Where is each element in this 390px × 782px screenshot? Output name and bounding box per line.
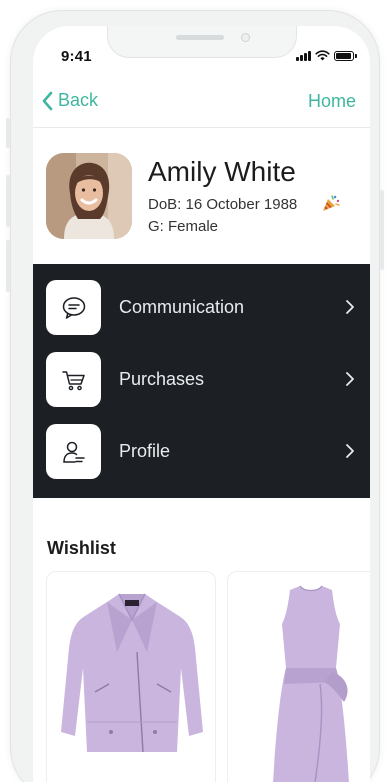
person-document-icon <box>62 441 85 463</box>
wifi-icon <box>315 50 330 61</box>
chat-bubble-icon <box>62 296 85 319</box>
battery-icon <box>334 50 357 61</box>
jacket-icon <box>61 593 203 753</box>
chevron-right-icon <box>346 300 354 314</box>
menu-label: Profile <box>119 441 171 461</box>
chevron-right-icon <box>346 372 354 386</box>
user-name: Amily White <box>148 156 296 187</box>
dress-icon <box>273 585 349 782</box>
front-camera <box>241 33 250 42</box>
wishlist-product-jacket[interactable] <box>46 571 216 782</box>
back-label: Back <box>58 90 99 110</box>
party-popper-icon <box>323 195 340 211</box>
avatar[interactable] <box>46 153 132 239</box>
chevron-right-icon <box>346 444 354 458</box>
chevron-left-icon <box>42 91 53 110</box>
notch <box>107 26 297 58</box>
home-label: Home <box>307 91 356 111</box>
user-dob: DoB: 16 October 1988 <box>148 196 298 213</box>
wishlist-product-dress[interactable] <box>227 571 370 782</box>
wishlist-title: Wishlist <box>47 538 116 558</box>
profile-header: Amily White DoB: 16 October 1988 G: Fema… <box>33 129 370 264</box>
signal-icon <box>296 50 311 61</box>
menu-label: Communication <box>119 297 245 317</box>
avatar-photo <box>46 153 132 239</box>
mute-switch <box>6 118 10 148</box>
menu-label: Purchases <box>119 369 205 389</box>
back-button[interactable]: Back <box>41 90 98 111</box>
profile-menu: Communication Purchases Profile <box>33 264 370 498</box>
volume-up-button <box>6 175 10 227</box>
speaker-grille <box>176 35 224 40</box>
menu-item-communication[interactable]: Communication <box>33 272 370 344</box>
power-button <box>380 190 384 270</box>
status-bar: 9:41 <box>33 26 370 72</box>
menu-icon-box <box>46 352 101 407</box>
menu-icon-box <box>46 280 101 335</box>
menu-item-profile[interactable]: Profile <box>33 416 370 488</box>
menu-icon-box <box>46 424 101 479</box>
screen: 9:41 Back Home Amily White DoB: 16 Octob… <box>33 26 370 782</box>
shopping-cart-icon <box>61 370 85 390</box>
menu-item-purchases[interactable]: Purchases <box>33 344 370 416</box>
status-icons <box>296 50 357 61</box>
home-button[interactable]: Home <box>308 91 356 112</box>
volume-down-button <box>6 240 10 292</box>
user-gender: G: Female <box>148 218 219 235</box>
nav-bar: Back Home <box>33 82 370 128</box>
status-time: 9:41 <box>61 48 92 65</box>
